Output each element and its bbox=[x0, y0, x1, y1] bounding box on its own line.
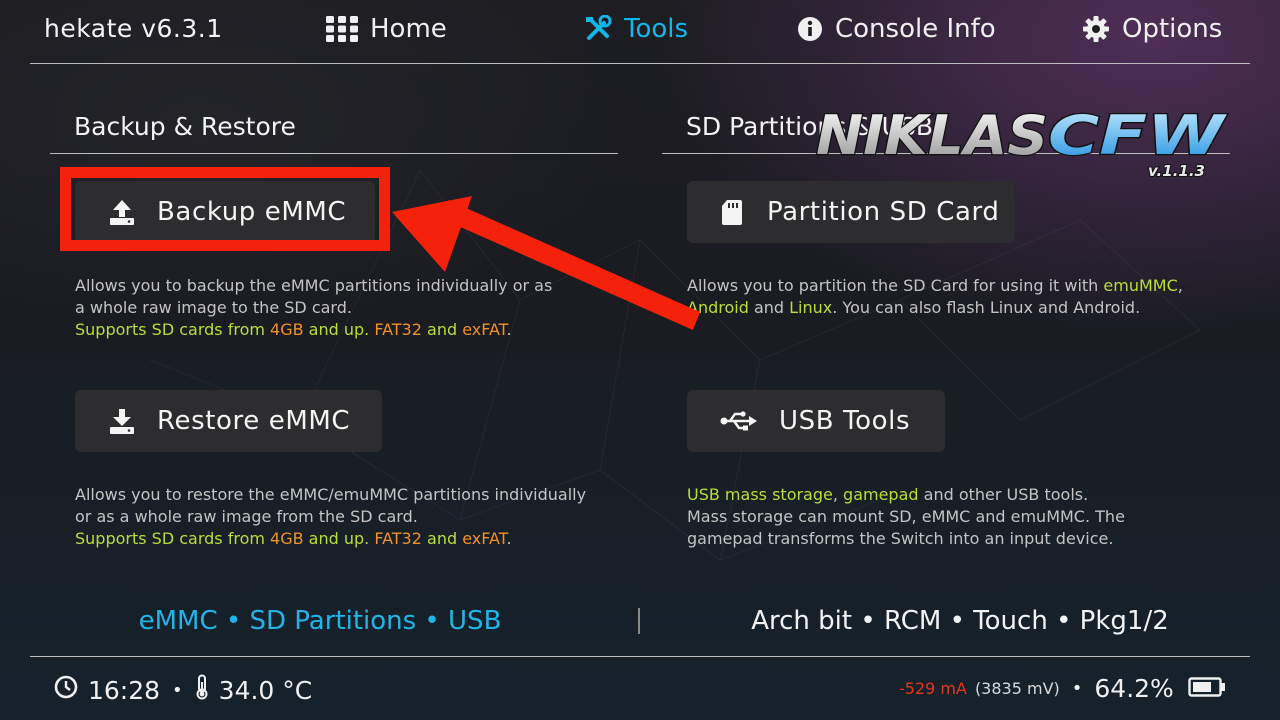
svg-text:NIKLAS: NIKLAS bbox=[816, 104, 1048, 167]
niklascfw-watermark: NIKLAS CFW v.1.1.3 bbox=[812, 100, 1232, 184]
svg-text:CFW: CFW bbox=[1048, 104, 1227, 167]
svg-text:v.1.1.3: v.1.1.3 bbox=[1148, 162, 1205, 180]
